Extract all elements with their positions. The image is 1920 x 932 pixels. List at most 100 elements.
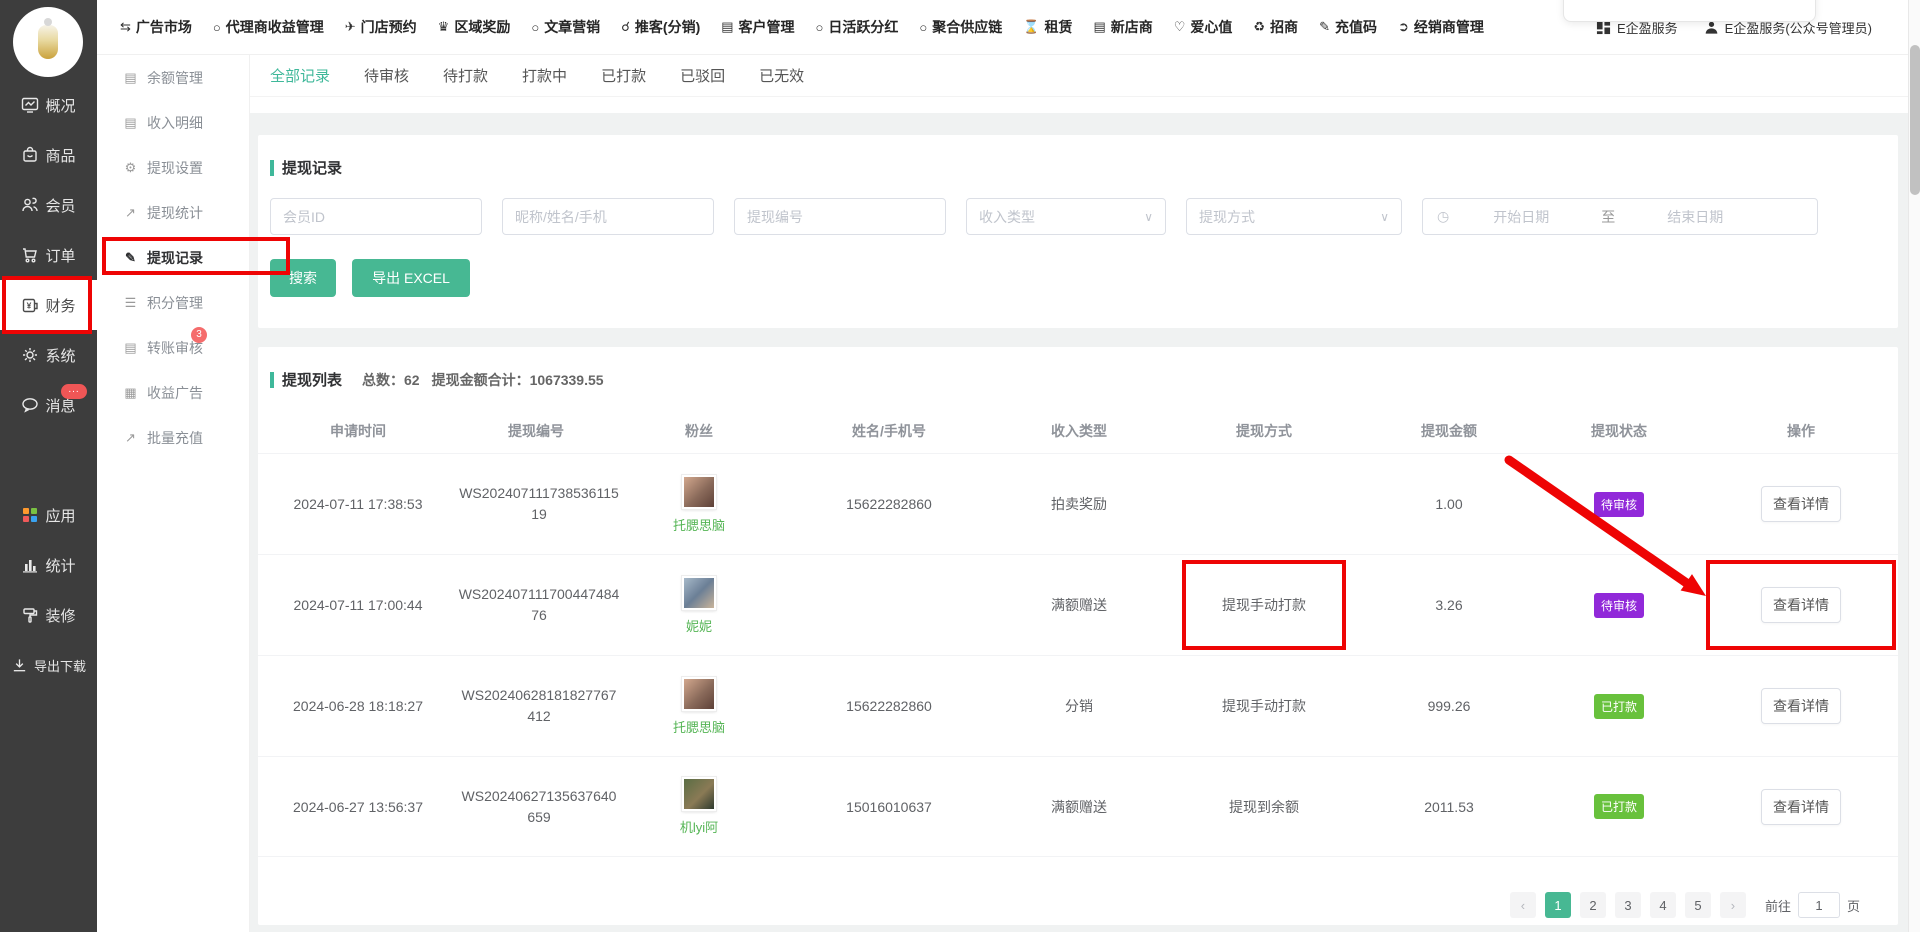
topnav-new-store[interactable]: ▤新店商 <box>1093 17 1152 37</box>
trend-chart-icon: ↗ <box>123 205 138 221</box>
admin-screen: ⇆广告市场 ○代理商收益管理 ✈门店预约 ♛区域奖励 ○文章营销 ☌推客(分销)… <box>0 0 1920 932</box>
tab-all-records[interactable]: 全部记录 <box>270 65 330 86</box>
member-id-input[interactable] <box>270 198 482 235</box>
sidebar-label: 财务 <box>45 295 75 316</box>
topnav-ad-market[interactable]: ⇆广告市场 <box>120 17 192 37</box>
document-icon: ▤ <box>123 340 138 356</box>
sidebar-item-finance[interactable]: ¥ 财务 <box>0 280 97 330</box>
topnav-region-reward[interactable]: ♛区域奖励 <box>438 17 511 37</box>
submenu-withdraw-stats[interactable]: ↗提现统计 <box>97 190 249 235</box>
page-button-3[interactable]: 3 <box>1615 892 1641 918</box>
tab-invalid[interactable]: 已无效 <box>759 65 804 86</box>
col-name-phone: 姓名/手机号 <box>784 421 994 441</box>
view-detail-button[interactable]: 查看详情 <box>1761 587 1841 623</box>
submenu-withdraw-records[interactable]: ✎提现记录 <box>97 235 249 280</box>
topnav-love-value[interactable]: ♡爱心值 <box>1174 17 1233 37</box>
cell-income-type: 分销 <box>994 696 1164 716</box>
submenu-points-management[interactable]: ☰积分管理 <box>97 280 249 325</box>
topnav-tuike-distribution[interactable]: ☌推客(分销) <box>621 17 700 37</box>
hourglass-icon: ⌛ <box>1023 19 1039 35</box>
submenu-withdraw-settings[interactable]: ⚙提现设置 <box>97 145 249 190</box>
table-row: 2024-07-11 17:00:44 WS202407111700447484… <box>258 554 1898 655</box>
agent-revenue-icon: ○ <box>213 20 221 35</box>
top-navbar: ⇆广告市场 ○代理商收益管理 ✈门店预约 ♛区域奖励 ○文章营销 ☌推客(分销)… <box>97 0 1920 55</box>
date-range-picker[interactable]: ◷ 开始日期 至 结束日期 <box>1422 198 1818 235</box>
topnav-agent-revenue[interactable]: ○代理商收益管理 <box>213 17 324 37</box>
table-row: 2024-07-11 17:38:53 WS202407111738536115… <box>258 453 1898 554</box>
cell-actions: 查看详情 <box>1704 789 1898 825</box>
filter-inputs-row: 收入类型 ∨ 提现方式 ∨ ◷ 开始日期 至 结束日期 <box>270 198 1818 235</box>
section-accent-bar <box>270 372 274 388</box>
view-detail-button[interactable]: 查看详情 <box>1761 789 1841 825</box>
cell-apply-time: 2024-06-28 18:18:27 <box>258 698 458 714</box>
page-button-1[interactable]: 1 <box>1545 892 1571 918</box>
income-type-placeholder: 收入类型 <box>979 207 1035 227</box>
tab-pending-review[interactable]: 待审核 <box>364 65 409 86</box>
sidebar-item-stats[interactable]: 统计 <box>0 540 97 590</box>
col-withdraw-amount: 提现金额 <box>1364 421 1534 441</box>
submenu-batch-recharge[interactable]: ↗批量充值 <box>97 415 249 460</box>
filter-buttons-row: 搜索 导出 EXCEL <box>270 259 470 297</box>
page-button-4[interactable]: 4 <box>1650 892 1676 918</box>
topnav-dealer-management[interactable]: ➲经销商管理 <box>1398 17 1484 37</box>
topnav-label: 充值码 <box>1335 17 1377 37</box>
sidebar-item-export-download[interactable]: 导出下载 <box>0 640 97 690</box>
submenu-transfer-review[interactable]: ▤转账审核3 <box>97 325 249 370</box>
goto-page-input[interactable] <box>1798 892 1840 918</box>
topnav-recharge-code[interactable]: ✎充值码 <box>1319 17 1377 37</box>
submenu-revenue-ads[interactable]: ▦收益广告 <box>97 370 249 415</box>
withdraw-filter-card: 提现记录 收入类型 ∨ 提现方式 ∨ ◷ 开始日期 至 结束日期 搜索 导出 E… <box>258 135 1898 328</box>
perfume-bottle-logo <box>38 25 58 59</box>
topnav-rental[interactable]: ⌛ 租赁 <box>1023 17 1072 37</box>
topnav-article-marketing[interactable]: ○文章营销 <box>531 17 600 37</box>
page-button-5[interactable]: 5 <box>1685 892 1711 918</box>
nickname-name-phone-input[interactable] <box>502 198 714 235</box>
supply-chain-icon: ○ <box>919 20 927 35</box>
export-excel-button[interactable]: 导出 EXCEL <box>352 259 470 297</box>
user-icon <box>1704 20 1719 35</box>
col-income-type: 收入类型 <box>994 421 1164 441</box>
sidebar-item-system[interactable]: 系统 <box>0 330 97 380</box>
topnav-label: 日活跃分红 <box>828 17 898 37</box>
sidebar-label: 系统 <box>45 345 75 366</box>
filter-title-text: 提现记录 <box>282 157 342 178</box>
income-type-select[interactable]: 收入类型 ∨ <box>966 198 1166 235</box>
cell-withdraw-method: 提现到余额 <box>1164 797 1364 817</box>
sidebar-item-decorate[interactable]: 装修 <box>0 590 97 640</box>
sidebar-item-overview[interactable]: 概况 <box>0 80 97 130</box>
sidebar-item-apps[interactable]: 应用 <box>0 490 97 540</box>
submenu-balance-management[interactable]: ▤余额管理 <box>97 55 249 100</box>
topnav-customer-management[interactable]: ▤客户管理 <box>721 17 794 37</box>
tab-paying[interactable]: 打款中 <box>522 65 567 86</box>
sidebar-item-messages[interactable]: 消息 ... <box>0 380 97 430</box>
sidebar-item-orders[interactable]: 订单 <box>0 230 97 280</box>
topnav-label: 租赁 <box>1044 17 1072 37</box>
topnav-supply-chain[interactable]: ○聚合供应链 <box>919 17 1002 37</box>
tab-paid[interactable]: 已打款 <box>601 65 646 86</box>
scrollbar-thumb[interactable] <box>1910 45 1920 195</box>
sidebar-item-members[interactable]: 会员 <box>0 180 97 230</box>
withdraw-method-select[interactable]: 提现方式 ∨ <box>1186 198 1402 235</box>
top-nav-items: ⇆广告市场 ○代理商收益管理 ✈门店预约 ♛区域奖励 ○文章营销 ☌推客(分销)… <box>97 17 1484 37</box>
search-button[interactable]: 搜索 <box>270 259 336 297</box>
tab-pending-payment[interactable]: 待打款 <box>443 65 488 86</box>
fan-name-link[interactable]: 妮妮 <box>686 616 712 635</box>
fan-name-link[interactable]: 机lyi阿 <box>680 817 718 836</box>
next-page-button[interactable]: › <box>1720 892 1746 918</box>
fan-name-link[interactable]: 托腮思脑 <box>673 515 725 534</box>
submenu-income-detail[interactable]: ▤收入明细 <box>97 100 249 145</box>
withdraw-number-input[interactable] <box>734 198 946 235</box>
topnav-daily-dividend[interactable]: ○日活跃分红 <box>816 17 899 37</box>
topnav-label: 推客(分销) <box>635 17 700 37</box>
page-button-2[interactable]: 2 <box>1580 892 1606 918</box>
view-detail-button[interactable]: 查看详情 <box>1761 486 1841 522</box>
topnav-store-booking[interactable]: ✈门店预约 <box>345 17 417 37</box>
topnav-investment[interactable]: ♻招商 <box>1253 17 1298 37</box>
page-scrollbar[interactable] <box>1908 0 1920 932</box>
sidebar-item-goods[interactable]: 商品 <box>0 130 97 180</box>
prev-page-button[interactable]: ‹ <box>1510 892 1536 918</box>
tab-rejected[interactable]: 已驳回 <box>680 65 725 86</box>
fan-name-link[interactable]: 托腮思脑 <box>673 717 725 736</box>
view-detail-button[interactable]: 查看详情 <box>1761 688 1841 724</box>
goto-label: 前往 <box>1765 896 1791 915</box>
